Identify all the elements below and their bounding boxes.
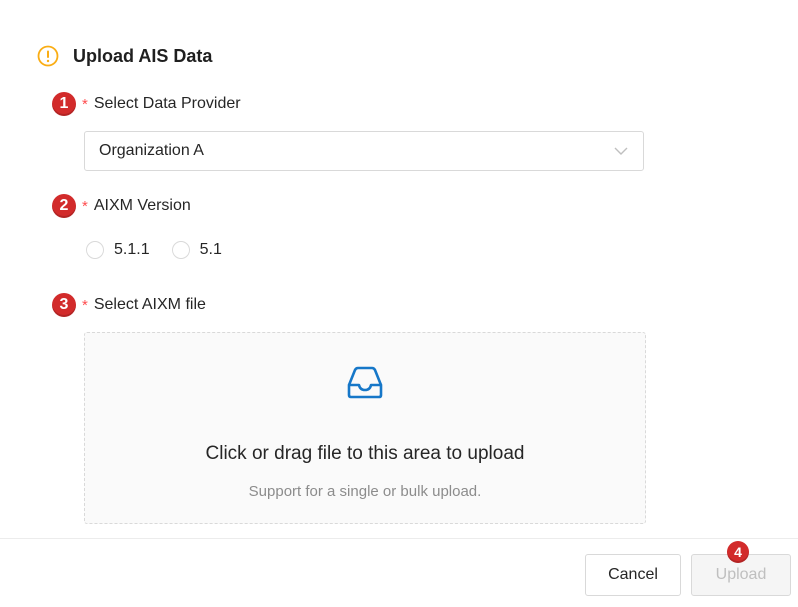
cancel-button[interactable]: Cancel bbox=[585, 554, 681, 596]
dialog-header: Upload AIS Data bbox=[37, 45, 212, 67]
step-badge-2: 2 bbox=[52, 194, 76, 218]
required-marker: * bbox=[82, 197, 88, 215]
radio-option-5-1-1[interactable]: 5.1.1 bbox=[86, 241, 150, 259]
field-label-text: Select AIXM file bbox=[93, 296, 206, 313]
step-badge-4: 4 bbox=[727, 541, 749, 563]
file-upload-dropzone[interactable]: Click or drag file to this area to uploa… bbox=[84, 332, 646, 524]
footer-divider bbox=[0, 538, 798, 539]
data-provider-selected-value: Organization A bbox=[99, 142, 204, 159]
step-badge-3: 3 bbox=[52, 293, 76, 317]
exclamation-circle-icon bbox=[37, 45, 59, 67]
step-badge-1: 1 bbox=[52, 92, 76, 116]
data-provider-select[interactable]: Organization A bbox=[84, 131, 644, 171]
radio-label: 5.1.1 bbox=[114, 241, 150, 258]
radio-button[interactable] bbox=[171, 241, 190, 259]
dialog-title: Upload AIS Data bbox=[73, 45, 213, 66]
field-label-text: Select Data Provider bbox=[93, 95, 241, 112]
field-label-text: AIXM Version bbox=[93, 197, 191, 214]
radio-option-5-1[interactable]: 5.1 bbox=[171, 241, 222, 259]
radio-label: 5.1 bbox=[199, 241, 222, 258]
inbox-icon bbox=[347, 366, 383, 399]
radio-button[interactable] bbox=[86, 241, 104, 259]
aixm-version-radio-group: 5.1.1 5.1 bbox=[86, 241, 244, 259]
chevron-down-icon bbox=[614, 147, 628, 155]
required-marker: * bbox=[82, 95, 88, 113]
field-label-aixm-version: 2 * AIXM Version bbox=[52, 194, 191, 218]
dropzone-hint: Support for a single or bulk upload. bbox=[248, 483, 482, 500]
required-marker: * bbox=[82, 296, 88, 314]
field-label-aixm-file: 3 * Select AIXM file bbox=[52, 293, 206, 317]
field-label-data-provider: 1 * Select Data Provider bbox=[52, 92, 241, 116]
dropzone-text: Click or drag file to this area to uploa… bbox=[205, 443, 525, 464]
upload-ais-dialog: Upload AIS Data 1 * Select Data Provider… bbox=[0, 0, 798, 607]
